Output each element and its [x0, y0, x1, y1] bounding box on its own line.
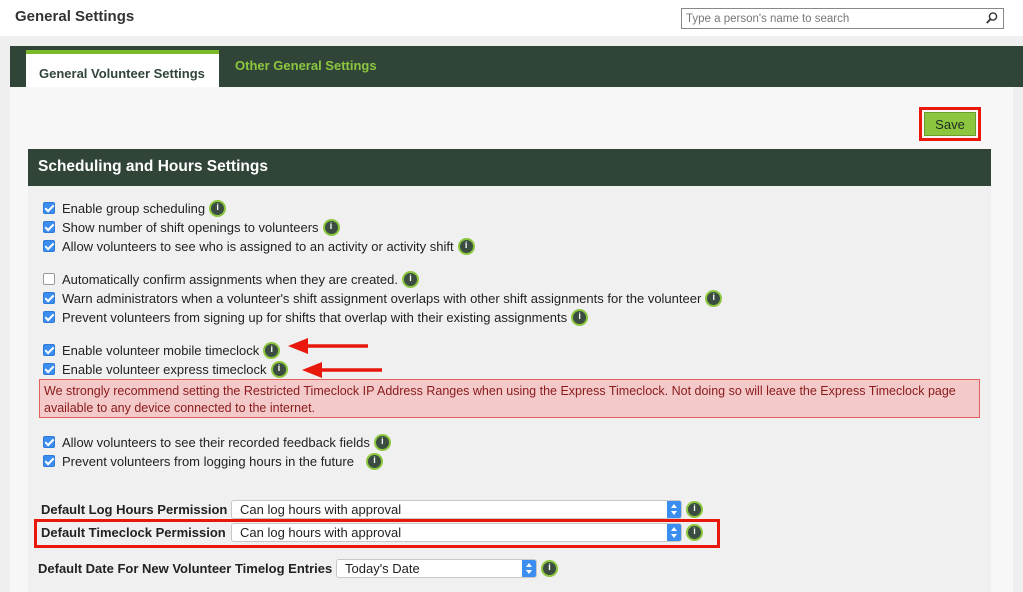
checkbox[interactable]	[43, 311, 55, 323]
info-icon[interactable]: i	[571, 308, 589, 326]
option-label: Show number of shift openings to volunte…	[62, 219, 319, 235]
tab-general-volunteer-settings[interactable]: General Volunteer Settings	[26, 50, 219, 87]
option-prevent-future-hours: Prevent volunteers from logging hours in…	[43, 452, 383, 470]
option-label: Automatically confirm assignments when t…	[62, 271, 398, 287]
red-arrow-icon	[288, 338, 368, 354]
info-icon[interactable]: i	[541, 560, 558, 577]
timeclock-permission-select[interactable]: Can log hours with approval	[231, 523, 682, 542]
tab-label: General Volunteer Settings	[39, 66, 205, 81]
person-search-box[interactable]	[681, 8, 1004, 29]
info-icon[interactable]: i	[402, 270, 419, 288]
field-label: Default Timeclock Permission	[41, 525, 226, 540]
top-bar: General Settings	[0, 0, 1023, 36]
log-hours-permission-row: Default Log Hours Permission Can log hou…	[41, 500, 703, 519]
search-icon[interactable]	[985, 11, 999, 25]
option-warn-overlap: Warn administrators when a volunteer's s…	[43, 289, 723, 307]
checkbox[interactable]	[43, 363, 55, 375]
option-label: Enable volunteer mobile timeclock	[62, 342, 260, 358]
info-icon[interactable]: i	[322, 218, 340, 236]
default-date-select[interactable]: Today's Date	[336, 559, 537, 578]
option-label: Allow volunteers to see their recorded f…	[62, 434, 370, 450]
section-header: Scheduling and Hours Settings	[28, 149, 991, 186]
option-label: Enable group scheduling	[62, 200, 206, 216]
option-feedback-fields: Allow volunteers to see their recorded f…	[43, 433, 391, 451]
info-icon[interactable]: i	[373, 433, 391, 451]
info-icon[interactable]: i	[365, 452, 383, 470]
log-hours-permission-select[interactable]: Can log hours with approval	[231, 500, 682, 519]
info-icon[interactable]: i	[209, 199, 227, 217]
option-label: Prevent volunteers from logging hours in…	[62, 453, 354, 469]
save-button[interactable]: Save	[924, 112, 976, 136]
select-arrows-icon	[667, 501, 681, 518]
checkbox[interactable]	[43, 455, 55, 467]
option-label: Warn administrators when a volunteer's s…	[62, 290, 702, 306]
select-arrows-icon	[667, 524, 681, 541]
option-shift-openings: Show number of shift openings to volunte…	[43, 218, 340, 236]
checkbox[interactable]	[43, 240, 55, 252]
option-group-scheduling: Enable group scheduling i	[43, 199, 227, 217]
info-icon[interactable]: i	[705, 289, 723, 307]
tab-bar: General Volunteer Settings Other General…	[10, 46, 1023, 87]
option-prevent-overlap: Prevent volunteers from signing up for s…	[43, 308, 589, 326]
option-auto-confirm: Automatically confirm assignments when t…	[43, 270, 419, 288]
checkbox[interactable]	[43, 273, 55, 285]
checkbox[interactable]	[43, 344, 55, 356]
info-icon[interactable]: i	[263, 341, 281, 359]
option-express-timeclock: Enable volunteer express timeclock i	[43, 360, 288, 378]
field-label: Default Log Hours Permission	[41, 502, 228, 517]
select-value: Today's Date	[345, 561, 420, 576]
checkbox[interactable]	[43, 202, 55, 214]
option-label: Allow volunteers to see who is assigned …	[62, 238, 454, 254]
checkbox[interactable]	[43, 436, 55, 448]
checkbox[interactable]	[43, 292, 55, 304]
page-title: General Settings	[15, 8, 135, 25]
option-label: Enable volunteer express timeclock	[62, 361, 267, 377]
tab-other-general-settings[interactable]: Other General Settings	[235, 58, 377, 73]
select-value: Can log hours with approval	[240, 502, 402, 517]
option-label: Prevent volunteers from signing up for s…	[62, 309, 568, 325]
section-title: Scheduling and Hours Settings	[38, 158, 268, 175]
select-arrows-icon	[522, 560, 536, 577]
option-see-assigned: Allow volunteers to see who is assigned …	[43, 237, 475, 255]
express-timeclock-warning: We strongly recommend setting the Restri…	[39, 379, 980, 418]
info-icon[interactable]: i	[270, 360, 288, 378]
info-icon[interactable]: i	[457, 237, 475, 255]
info-icon[interactable]: i	[686, 524, 703, 541]
option-mobile-timeclock: Enable volunteer mobile timeclock i	[43, 341, 281, 359]
default-date-row: Default Date For New Volunteer Timelog E…	[38, 559, 558, 578]
red-arrow-icon	[302, 362, 382, 378]
field-label: Default Date For New Volunteer Timelog E…	[38, 561, 333, 576]
timeclock-permission-row: Default Timeclock Permission Can log hou…	[41, 523, 703, 542]
checkbox[interactable]	[43, 221, 55, 233]
person-search-input[interactable]	[682, 9, 977, 28]
select-value: Can log hours with approval	[240, 525, 402, 540]
info-icon[interactable]: i	[686, 501, 703, 518]
